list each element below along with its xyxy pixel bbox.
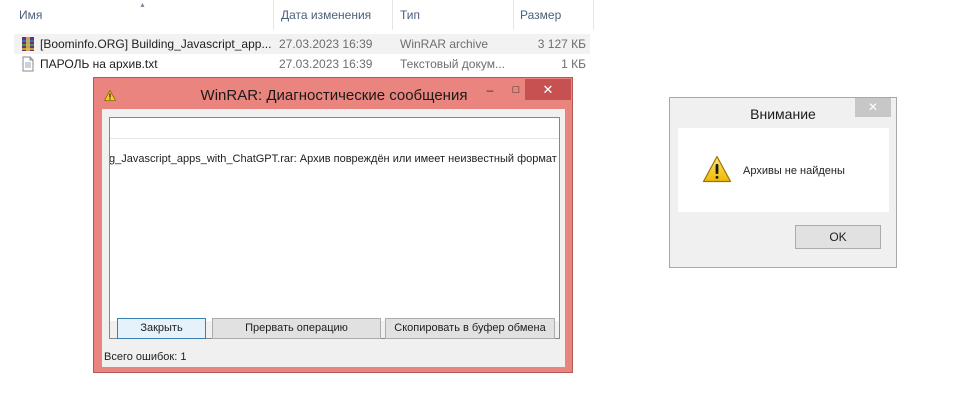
column-divider[interactable] (593, 0, 594, 30)
sort-ascending-icon: ▲ (139, 2, 146, 9)
dialog-body: g_Javascript_apps_with_ChatGPT.rar: Архи… (102, 109, 565, 367)
file-date: 27.03.2023 16:39 (279, 37, 373, 51)
error-message[interactable]: g_Javascript_apps_with_ChatGPT.rar: Архи… (110, 153, 557, 165)
list-header (110, 118, 559, 139)
file-type: WinRAR archive (400, 37, 489, 51)
column-header-date[interactable]: Дата изменения (281, 0, 371, 30)
close-button[interactable]: Закрыть (117, 318, 206, 339)
ok-button[interactable]: OK (795, 225, 881, 249)
message-list[interactable]: g_Javascript_apps_with_ChatGPT.rar: Архи… (109, 117, 560, 339)
file-date: 27.03.2023 16:39 (279, 57, 373, 71)
file-size: 3 127 КБ (537, 37, 586, 51)
column-divider[interactable] (273, 0, 274, 30)
warning-dialog: Внимание ✕ Архивы не найдены OK (669, 97, 897, 268)
file-row[interactable]: [Boominfo.ORG] Building_Javascript_app..… (14, 34, 590, 54)
close-window-button[interactable]: ✕ (855, 98, 891, 117)
file-type: Текстовый докум... (400, 57, 505, 71)
file-row[interactable]: ПАРОЛЬ на архив.txt 27.03.2023 16:39 Тек… (14, 54, 590, 74)
alert-message: Архивы не найдены (743, 165, 845, 177)
column-header-bar: ▲ Имя Дата изменения Тип Размер (0, 0, 594, 30)
winrar-diagnostic-dialog: WinRAR: Диагностические сообщения – □ ✕ … (93, 77, 573, 373)
warning-icon (702, 155, 732, 183)
column-header-type[interactable]: Тип (400, 0, 420, 30)
error-count-status: Всего ошибок: 1 (104, 351, 187, 363)
column-header-size[interactable]: Размер (520, 0, 561, 30)
column-divider[interactable] (392, 0, 393, 30)
dialog-content: Архивы не найдены (678, 128, 889, 212)
column-header-name[interactable]: Имя (19, 0, 42, 30)
copy-to-clipboard-button[interactable]: Скопировать в буфер обмена (385, 318, 555, 339)
winrar-archive-icon (22, 37, 34, 51)
close-window-button[interactable]: ✕ (525, 79, 571, 100)
abort-operation-button[interactable]: Прервать операцию (212, 318, 381, 339)
file-size: 1 КБ (561, 57, 586, 71)
file-name: [Boominfo.ORG] Building_Javascript_app..… (40, 37, 272, 51)
file-name: ПАРОЛЬ на архив.txt (40, 57, 158, 71)
text-file-icon (22, 56, 34, 72)
title-bar[interactable]: WinRAR: Диагностические сообщения – □ ✕ (94, 78, 572, 112)
column-divider[interactable] (513, 0, 514, 30)
minimize-button[interactable]: – (477, 80, 503, 100)
